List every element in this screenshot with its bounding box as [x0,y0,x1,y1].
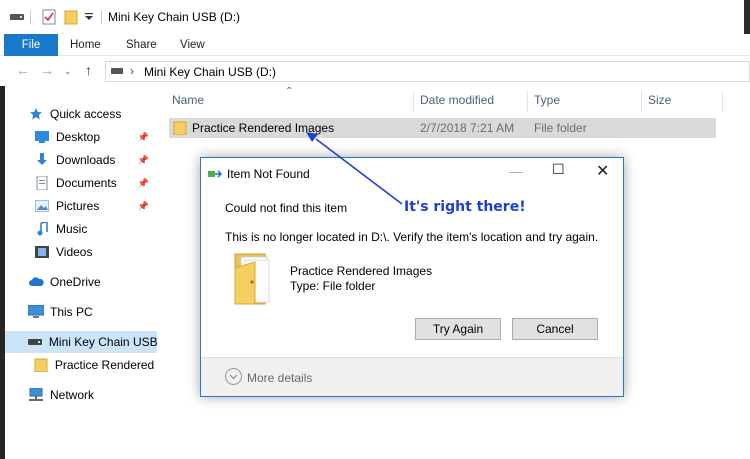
address-bar[interactable]: › Mini Key Chain USB (D:) [105,61,750,82]
column-divider[interactable] [722,90,723,112]
folder-icon [173,121,187,138]
close-button[interactable]: ✕ [596,161,609,181]
expand-chevron-icon[interactable] [225,368,242,385]
column-divider[interactable] [641,90,642,112]
column-header-name[interactable]: Name [172,93,204,107]
sidebar-item-documents[interactable]: Documents 📌 [0,172,157,194]
annotation-text: It's right there! [404,199,526,215]
file-name: Practice Rendered Images [192,121,335,135]
ribbon: File Home Share View [0,34,750,56]
network-icon [28,387,44,403]
large-folder-icon [233,252,275,306]
tab-view[interactable]: View [168,34,217,56]
pin-icon[interactable]: 📌 [138,155,149,166]
maximize-button[interactable]: ☐ [552,161,565,178]
column-divider[interactable] [413,90,414,112]
column-header-date-modified[interactable]: Date modified [420,93,494,107]
pin-icon[interactable]: 📌 [138,178,149,189]
file-type: File folder [534,121,587,135]
dialog-heading: Could not find this item [225,201,348,215]
pin-icon[interactable]: 📌 [138,132,149,143]
sidebar-item-quick-access[interactable]: Quick access [0,103,157,125]
folder-icon [34,357,49,373]
title-bar: Mini Key Chain USB (D:) [0,0,750,34]
column-header-size[interactable]: Size [648,93,671,107]
pictures-icon [34,198,50,214]
new-folder-icon[interactable] [64,8,78,26]
item-name: Practice Rendered Images [290,264,433,278]
music-icon [34,221,50,237]
column-divider[interactable] [527,90,528,112]
try-again-button[interactable]: Try Again [415,318,501,340]
star-icon [28,106,44,122]
column-header-type[interactable]: Type [534,93,560,107]
background-strip [744,0,750,34]
sort-ascending-icon: ⌃ [285,86,294,97]
dialog-footer: More details [201,357,623,396]
computer-icon [28,304,44,320]
window-title: Mini Key Chain USB (D:) [108,10,241,24]
sidebar-item-pictures[interactable]: Pictures 📌 [0,195,157,217]
pin-icon[interactable]: 📌 [138,201,149,212]
address-row: ← → ⌄ ↑ › Mini Key Chain USB (D:) [0,56,750,86]
tab-file[interactable]: File [4,34,58,56]
usb-drive-icon [28,334,43,350]
minimize-button[interactable]: — [509,163,523,179]
sidebar-item-desktop[interactable]: Desktop 📌 [0,126,157,148]
recent-locations-chevron-icon[interactable]: ⌄ [64,66,72,77]
tab-home[interactable]: Home [58,34,113,56]
forward-arrow-icon[interactable]: → [40,62,54,78]
item-not-found-dialog: Item Not Found — ☐ ✕ Could not find this… [200,157,624,397]
tab-share[interactable]: Share [114,34,169,56]
file-date-modified: 2/7/2018 7:21 AM [420,121,515,135]
cloud-icon [28,274,44,290]
sidebar-item-music[interactable]: Music [0,218,157,240]
desktop-icon [34,129,50,145]
drive-icon [10,8,24,26]
sidebar-item-network[interactable]: Network [0,384,157,406]
file-move-icon [208,168,223,180]
back-arrow-icon[interactable]: ← [16,62,30,78]
videos-icon [34,244,50,260]
sidebar-item-videos[interactable]: Videos [0,241,157,263]
sidebar-item-practice-folder[interactable]: Practice Rendered Ir [0,354,157,376]
navigation-pane: Quick access Desktop 📌 Downloads 📌 Docum… [0,86,157,459]
dialog-title: Item Not Found [227,167,310,181]
drive-icon [111,68,123,74]
sidebar-item-this-pc[interactable]: This PC [0,301,157,323]
sidebar-item-downloads[interactable]: Downloads 📌 [0,149,157,171]
cancel-button[interactable]: Cancel [512,318,598,340]
breadcrumb-chevron-icon: › [130,64,134,78]
background-strip [0,86,5,459]
download-icon [34,152,50,168]
item-type: Type: File folder [290,279,376,293]
sidebar-item-usb-drive[interactable]: Mini Key Chain USB ( [0,331,157,353]
quick-access-dropdown-icon[interactable] [85,8,93,26]
breadcrumb-path[interactable]: Mini Key Chain USB (D:) [144,65,276,79]
dialog-message: This is no longer located in D:\. Verify… [225,230,599,244]
separator [30,8,31,26]
properties-icon[interactable] [42,8,56,26]
table-row[interactable]: Practice Rendered Images 2/7/2018 7:21 A… [169,118,716,138]
separator [101,8,102,26]
more-details-toggle[interactable]: More details [247,371,312,385]
documents-icon [34,175,50,191]
sidebar-item-onedrive[interactable]: OneDrive [0,271,157,293]
up-arrow-icon[interactable]: ↑ [85,62,92,78]
